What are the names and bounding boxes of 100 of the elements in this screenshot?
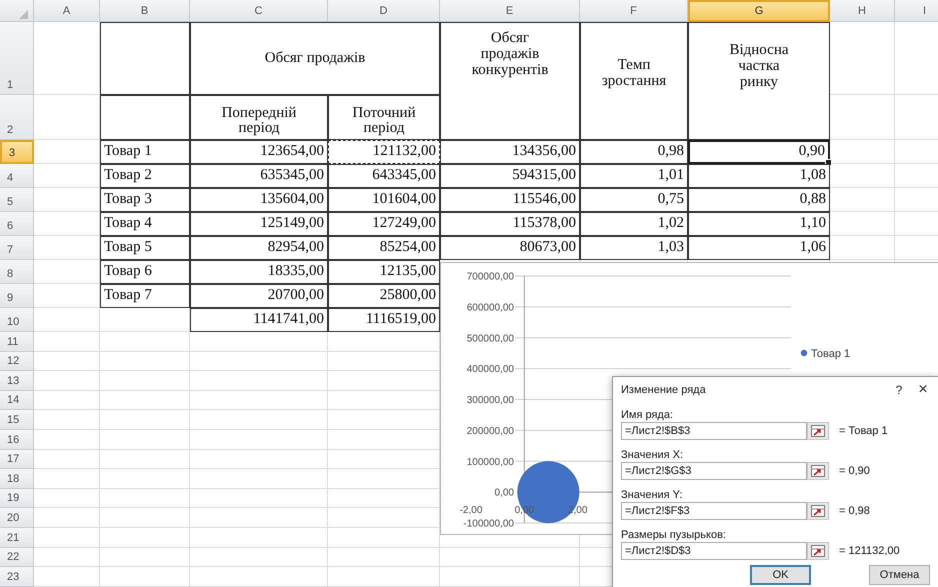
table-cell: 1,06 xyxy=(688,236,830,260)
axis-tick-label: 400000,00 xyxy=(466,364,514,376)
row-header[interactable]: 12 xyxy=(0,352,34,372)
table-cell: 1,01 xyxy=(580,164,688,188)
table-cell: 594315,00 xyxy=(440,164,580,188)
range-select-button[interactable] xyxy=(807,422,829,440)
column-header[interactable]: G xyxy=(688,0,830,22)
range-select-button[interactable] xyxy=(807,462,829,480)
table-cell: 0,75 xyxy=(580,188,688,212)
table-cell: 12135,00 xyxy=(328,260,440,284)
row-header[interactable]: 10 xyxy=(0,308,34,332)
table-header-cell: Відносна частка ринку xyxy=(729,43,789,90)
table-cell: 1,02 xyxy=(580,212,688,236)
table-cell: 635345,00 xyxy=(190,164,328,188)
table-cell: Товар 4 xyxy=(100,212,190,236)
input-field[interactable]: =Лист2!$D$3 xyxy=(621,542,807,560)
cancel-button[interactable]: Отмена xyxy=(869,565,930,585)
axis-tick-label: 200000,00 xyxy=(466,426,514,437)
dialog-title: Изменение ряда xyxy=(621,384,707,396)
column-header[interactable]: C xyxy=(190,0,328,22)
row-header[interactable]: 9 xyxy=(0,284,34,308)
table-cell: 0,90 xyxy=(688,140,830,164)
field-label: Размеры пузырьков: xyxy=(621,529,726,541)
row-header[interactable]: 3 xyxy=(0,140,34,164)
row-header[interactable]: 6 xyxy=(0,212,34,236)
table-cell: 134356,00 xyxy=(440,140,580,164)
axis-tick-label: -2,00 xyxy=(460,505,482,516)
axis-tick-label: 100000,00 xyxy=(466,456,514,468)
row-header[interactable]: 7 xyxy=(0,236,34,260)
table-cell: Товар 2 xyxy=(100,164,190,188)
row-header[interactable]: 1 xyxy=(0,22,34,95)
input-field[interactable]: =Лист2!$F$3 xyxy=(621,502,807,520)
field-result: = Товар 1 xyxy=(839,425,888,437)
table-cell: 1116519,00 xyxy=(328,308,440,332)
row-header[interactable]: 2 xyxy=(0,95,34,140)
row-header[interactable]: 23 xyxy=(0,567,34,587)
table-cell: Товар 3 xyxy=(100,188,190,212)
table-cell: 85254,00 xyxy=(328,236,440,260)
row-header[interactable]: 18 xyxy=(0,469,34,489)
row-header[interactable]: 11 xyxy=(0,332,34,352)
row-header[interactable]: 20 xyxy=(0,508,34,528)
table-cell: 123654,00 xyxy=(190,140,328,164)
table-header-cell: Темп зростання xyxy=(602,58,666,90)
row-header[interactable]: 16 xyxy=(0,430,34,450)
field-result: = 121132,00 xyxy=(839,545,900,557)
table-cell: 135604,00 xyxy=(190,188,328,212)
input-field[interactable]: =Лист2!$B$3 xyxy=(621,422,807,440)
column-header[interactable]: B xyxy=(100,0,190,22)
table-header-cell: Обсяг продажів xyxy=(190,22,440,95)
range-select-button[interactable] xyxy=(807,502,829,520)
field-label: Значения Y: xyxy=(621,489,682,501)
close-button[interactable]: × xyxy=(914,381,932,399)
table-cell: 18335,00 xyxy=(190,260,328,284)
column-header[interactable]: D xyxy=(328,0,440,22)
input-field[interactable]: =Лист2!$G$3 xyxy=(621,462,807,480)
row-header[interactable]: 14 xyxy=(0,390,34,410)
table-cell: Товар 5 xyxy=(100,236,190,260)
row-header[interactable]: 8 xyxy=(0,260,34,284)
axis-tick-label: -100000,00 xyxy=(463,518,514,530)
row-header[interactable]: 13 xyxy=(0,371,34,391)
column-header[interactable]: E xyxy=(440,0,580,22)
field-label: Имя ряда: xyxy=(621,409,674,421)
row-header[interactable]: 4 xyxy=(0,164,34,188)
column-header[interactable]: F xyxy=(580,0,688,22)
legend-label: Товар 1 xyxy=(811,348,850,360)
table-cell: 1,03 xyxy=(580,236,688,260)
table-cell: 125149,00 xyxy=(190,212,328,236)
range-select-icon xyxy=(811,465,825,477)
row-header[interactable]: 17 xyxy=(0,450,34,470)
table-cell: 1141741,00 xyxy=(190,308,328,332)
column-header[interactable]: A xyxy=(34,0,100,22)
column-header[interactable]: H xyxy=(830,0,895,22)
row-header[interactable]: 19 xyxy=(0,488,34,508)
table-cell: Товар 1 xyxy=(100,140,190,164)
table-cell: 121132,00 xyxy=(328,140,440,164)
row-header[interactable]: 21 xyxy=(0,528,34,548)
table-cell: 115546,00 xyxy=(440,188,580,212)
axis-tick-label: 600000,00 xyxy=(466,302,514,314)
row-header[interactable]: 22 xyxy=(0,548,34,568)
table-header-cell: Обсяг продажів конкурентів xyxy=(472,31,548,78)
range-select-button[interactable] xyxy=(807,542,829,560)
table-cell: Товар 6 xyxy=(100,260,190,284)
table-cell: 25800,00 xyxy=(328,284,440,308)
ok-button[interactable]: OK xyxy=(750,565,812,585)
table-cell: 1,08 xyxy=(688,164,830,188)
table-cell: 643345,00 xyxy=(328,164,440,188)
table-cell: 115378,00 xyxy=(440,212,580,236)
row-header[interactable]: 15 xyxy=(0,410,34,430)
table-cell: 80673,00 xyxy=(440,236,580,260)
help-button[interactable]: ? xyxy=(890,383,908,397)
field-result: = 0,90 xyxy=(839,465,870,477)
table-cell: 0,88 xyxy=(688,188,830,212)
table-cell: 0,98 xyxy=(580,140,688,164)
row-header[interactable]: 5 xyxy=(0,188,34,212)
axis-tick-label: 700000,00 xyxy=(466,272,514,282)
table-cell: 127249,00 xyxy=(328,212,440,236)
table-cell: Товар 7 xyxy=(100,284,190,308)
column-header[interactable]: I xyxy=(895,0,938,22)
axis-tick-label: 0,00 xyxy=(494,488,514,499)
table-header-cell: Поточний період xyxy=(352,106,416,137)
